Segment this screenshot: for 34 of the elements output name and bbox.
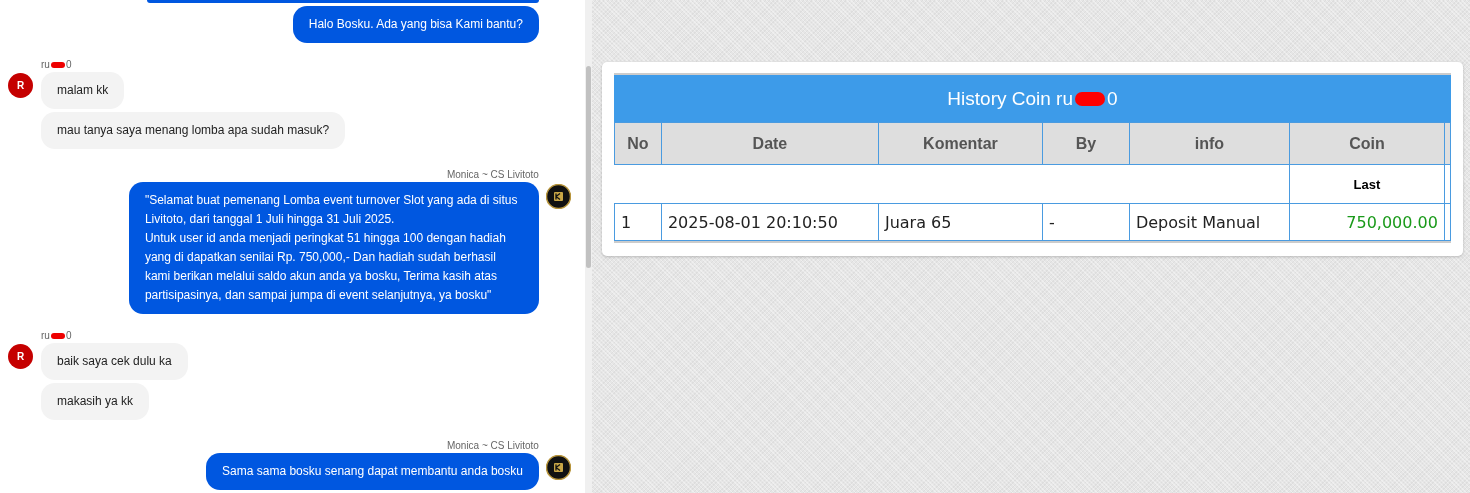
message-bubble: makasih ya kk xyxy=(41,383,150,420)
message-bubble: malam kk xyxy=(41,72,125,109)
table-cell: 2025-08-01 20:10:50 xyxy=(661,203,879,241)
column-header: Date xyxy=(661,122,879,165)
sender-name: ru xyxy=(41,59,50,70)
sender-name: Monica ~ CS Livitoto xyxy=(446,440,539,451)
column-header: By xyxy=(1042,122,1130,165)
column-header: Coin xyxy=(1289,122,1445,165)
message-bubble: Sama sama bosku senang dapat membantu anda bosku xyxy=(206,453,539,490)
table-cell: - xyxy=(1042,203,1130,241)
sender-name: 0 xyxy=(65,330,72,341)
table-title: History Coin ru xyxy=(947,87,1073,110)
message-bubble: Halo Bosku. Ada yang bisa Kami bantu? xyxy=(292,6,539,43)
table-cell: Deposit Manual xyxy=(1129,203,1290,241)
user-avatar: R xyxy=(8,344,33,369)
table-cell: 750,000.00 xyxy=(1289,203,1445,241)
message-bubble: baik saya cek dulu ka xyxy=(41,343,188,380)
column-header: info xyxy=(1129,122,1290,165)
scrollbar[interactable] xyxy=(584,0,592,493)
logo-avatar-icon xyxy=(545,184,571,209)
scrollbar-thumb[interactable] xyxy=(585,66,591,268)
sender-name: 0 xyxy=(65,59,72,70)
column-header: Komentar xyxy=(878,122,1043,165)
logo-avatar-icon xyxy=(545,455,571,480)
sender-name: Monica ~ CS Livitoto xyxy=(446,169,539,180)
table-cell: 1 xyxy=(614,203,662,241)
sender-name: ru xyxy=(41,330,50,341)
table-cell: Juara 65 xyxy=(878,203,1043,241)
column-header: No xyxy=(614,122,662,165)
user-avatar: R xyxy=(8,73,33,98)
message-bubble: mau tanya saya menang lomba apa sudah masuk? xyxy=(41,112,346,149)
message-bubble: "Selamat buat pemenang Lomba event turnover Slot yang ada di situs Livitoto, dari tanggal 1 Juli hingga 31 Juli 2025. Untuk user id anda menjadi peringkat 51 hingga 100 dengan hadiah yang di dapatkan senilai Rp. 750,000,- Dan hadiah sudah berhasil kami berikan melalui saldo akun anda ya bosku, Terima kasih atas partisipasinya, dan sampai jumpa di event selanjutnya, ya bosku" xyxy=(128,182,539,314)
table-title: 0 xyxy=(1107,87,1118,110)
table-cell: Last xyxy=(1289,164,1445,204)
